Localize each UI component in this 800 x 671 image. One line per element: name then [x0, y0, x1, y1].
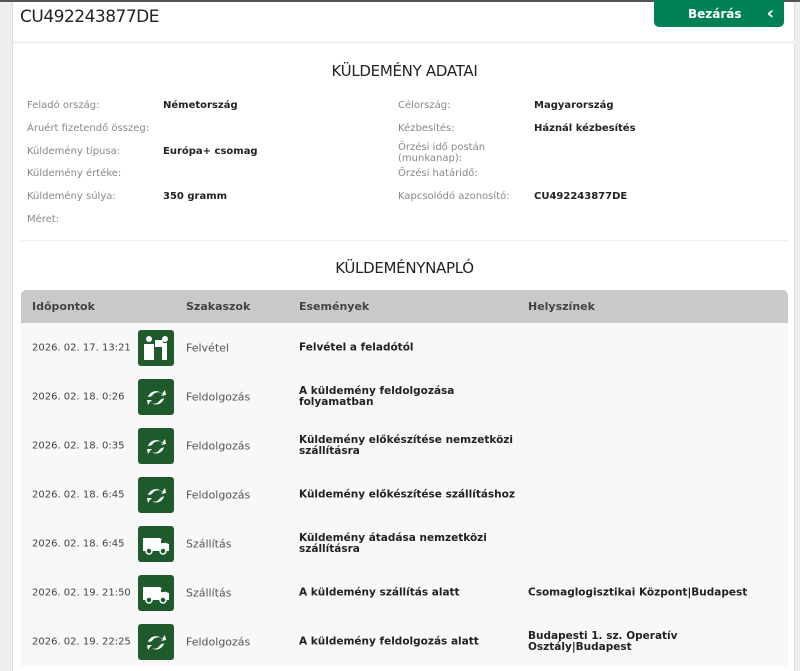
processing-icon — [138, 427, 174, 464]
table-row: 2026. 02. 18. 6:45 Feldolgozás Küldemény… — [21, 470, 788, 519]
row-event: Felvétel a feladótól — [299, 341, 414, 353]
table-row: 2026. 02. 17. 13:21 Felvétel Felvétel a … — [21, 323, 788, 372]
table-row: 2026. 02. 18. 0:35 Feldolgozás Küldemény… — [21, 421, 788, 470]
detail-label: Áruért fizetendő összeg: — [27, 123, 150, 134]
chevron-left-icon: ‹ — [766, 3, 774, 24]
van-icon — [138, 525, 174, 562]
processing-icon — [138, 476, 174, 513]
divider — [21, 240, 788, 241]
row-event: Küldemény előkészítése nemzetközi szállí… — [299, 433, 513, 457]
close-button[interactable]: Bezárás ‹ — [654, 0, 784, 27]
detail-label: Célország: — [398, 100, 451, 111]
table-row: 2026. 02. 19. 22:25 Feldolgozás A küldem… — [21, 617, 788, 666]
row-location: Csomaglogisztikai Központ|Budapest — [528, 586, 748, 598]
pickup-icon — [138, 329, 174, 366]
detail-value: CU492243877DE — [534, 191, 628, 202]
detail-label: Feladó ország: — [27, 100, 100, 111]
close-label: Bezárás — [688, 6, 742, 21]
row-event: A küldemény feldolgozása folyamatban — [299, 384, 455, 408]
row-event: Küldemény előkészítése szállításhoz — [299, 488, 515, 500]
detail-label: Kapcsolódó azonosító: — [398, 191, 510, 202]
detail-value: Magyarország — [534, 100, 614, 111]
row-stage: Feldolgozás — [186, 635, 251, 648]
row-stage: Felvétel — [186, 341, 229, 354]
col-locations: Helyszínek — [528, 300, 595, 313]
detail-value: Németország — [163, 100, 238, 111]
row-stage: Szállítás — [186, 537, 232, 550]
col-stages: Szakaszok — [186, 300, 251, 313]
detail-label: Kézbesítés: — [398, 123, 455, 134]
detail-value: 350 gramm — [163, 191, 228, 202]
col-times: Időpontok — [32, 300, 95, 313]
row-date: 2026. 02. 18. 6:45 — [32, 489, 125, 500]
row-date: 2026. 02. 18. 0:35 — [32, 440, 125, 451]
row-date: 2026. 02. 19. 22:25 — [32, 636, 131, 647]
table-header: Időpontok Szakaszok Események Helyszínek — [21, 290, 788, 323]
detail-label: Küldemény súlya: — [27, 191, 116, 202]
detail-value: Európa+ csomag — [163, 146, 258, 157]
table-row: 2026. 02. 18. 0:26 Feldolgozás A küldemé… — [21, 372, 788, 421]
header-bar: CU492243877DE Bezárás ‹ — [13, 0, 796, 44]
row-date: 2026. 02. 19. 21:50 — [32, 587, 131, 598]
row-date: 2026. 02. 18. 6:45 — [32, 538, 125, 549]
detail-label: Őrzési határidő: — [398, 168, 478, 179]
row-date: 2026. 02. 18. 0:26 — [32, 391, 125, 402]
row-stage: Feldolgozás — [186, 439, 251, 452]
detail-label: Küldemény típusa: — [27, 146, 121, 157]
detail-label: Őrzési idő postán (munkanap): — [398, 142, 486, 164]
row-stage: Feldolgozás — [186, 390, 251, 403]
log-table: Időpontok Szakaszok Események Helyszínek… — [21, 290, 788, 666]
detail-label: Küldemény értéke: — [27, 168, 122, 179]
log-title: KÜLDEMÉNYNAPLÓ — [335, 259, 474, 277]
tracking-number: CU492243877DE — [20, 7, 160, 27]
shipment-card: CU492243877DE Bezárás ‹ KÜLDEMÉNY ADATAI… — [12, 0, 796, 671]
row-event: A küldemény szállítás alatt — [299, 586, 460, 598]
processing-icon — [138, 378, 174, 415]
row-date: 2026. 02. 17. 13:21 — [32, 342, 131, 353]
detail-value: Háznál kézbesítés — [534, 123, 636, 134]
row-event: A küldemény feldolgozás alatt — [299, 635, 479, 647]
details-title: KÜLDEMÉNY ADATAI — [331, 62, 478, 80]
processing-icon — [138, 623, 174, 660]
table-row: 2026. 02. 19. 21:50 Szállítás A küldemén… — [21, 568, 788, 617]
row-stage: Szállítás — [186, 586, 232, 599]
van-icon — [138, 574, 174, 611]
row-event: Küldemény átadása nemzetközi szállításra — [299, 531, 487, 555]
col-events: Események — [299, 300, 370, 313]
table-row: 2026. 02. 18. 6:45 Szállítás Küldemény á… — [21, 519, 788, 568]
detail-label: Méret: — [27, 214, 60, 225]
row-stage: Feldolgozás — [186, 488, 251, 501]
row-location: Budapesti 1. sz. Operatív Osztály|Budape… — [528, 629, 678, 653]
